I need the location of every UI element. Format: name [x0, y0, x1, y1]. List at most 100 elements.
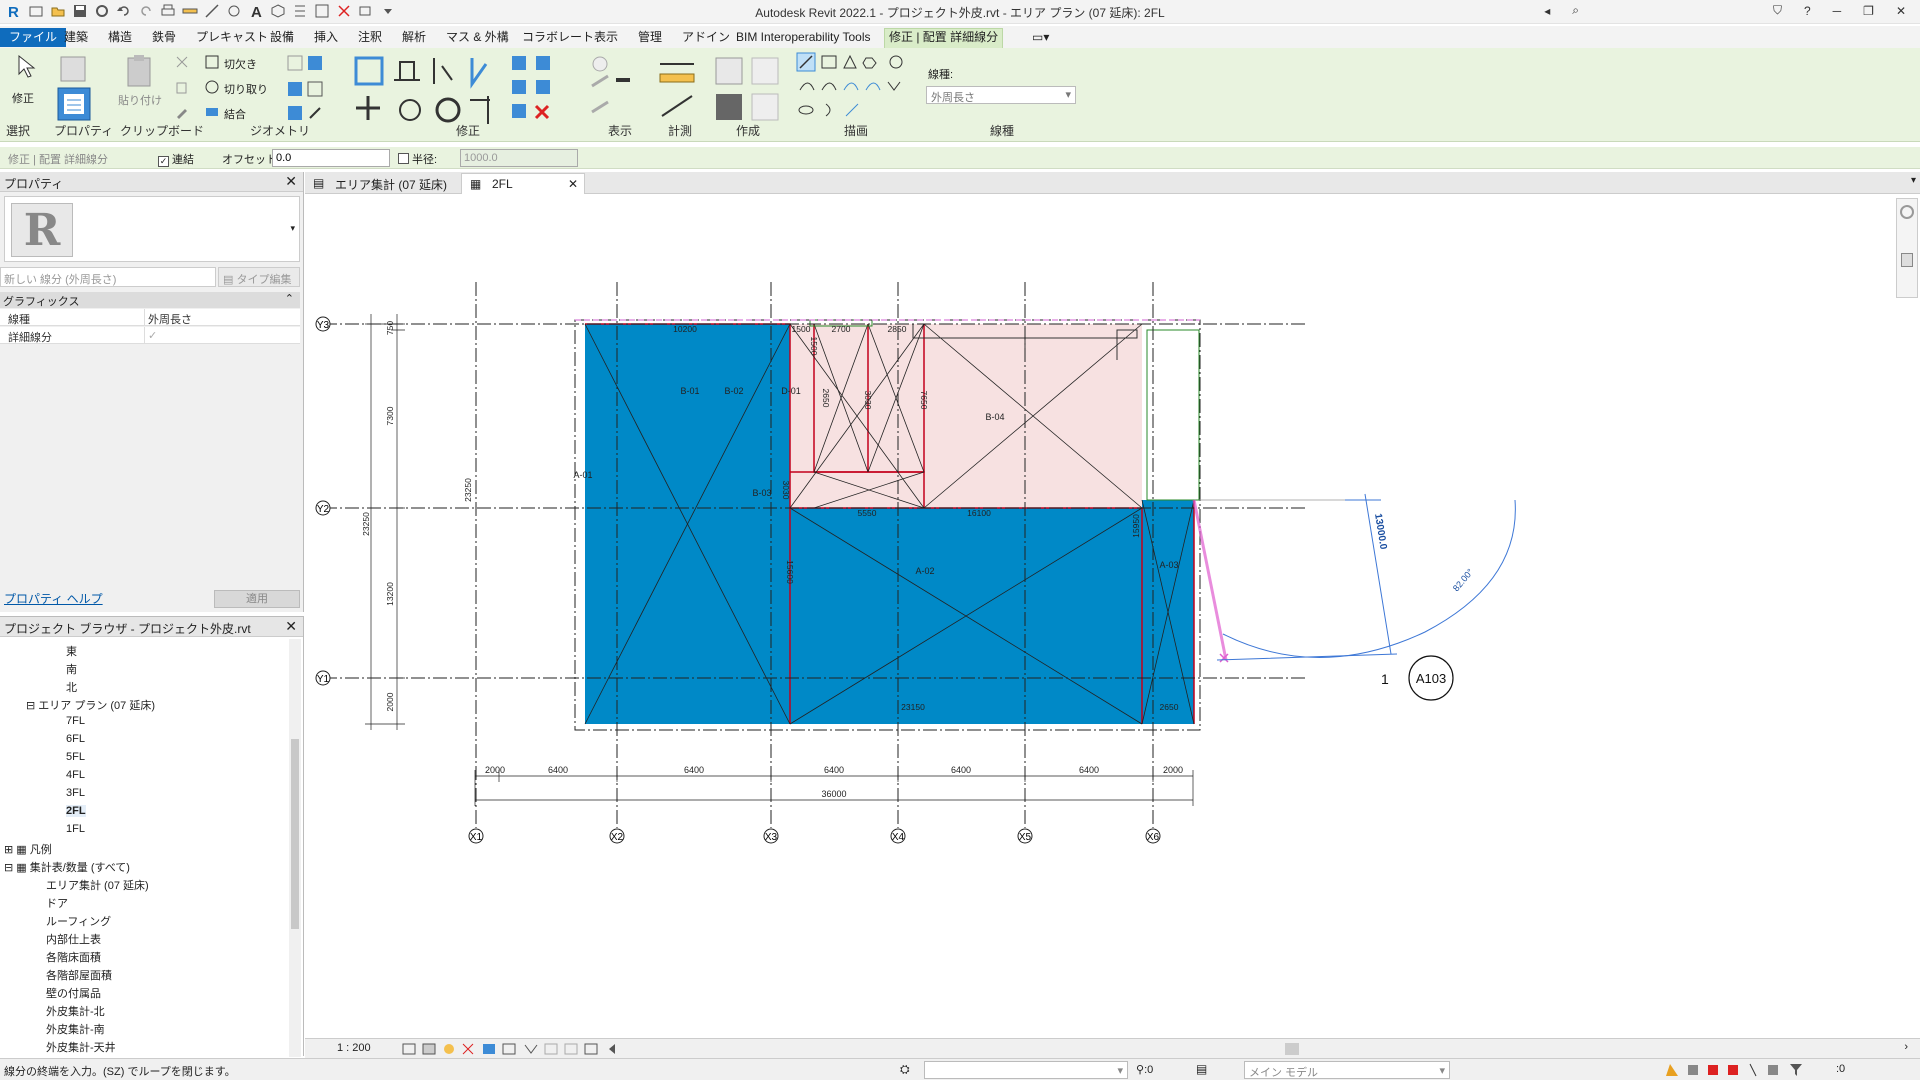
tab-analyze[interactable]: 解析 [398, 29, 430, 47]
dim-bottom[interactable]: 6400 [1079, 765, 1099, 775]
browser-scrollbar[interactable] [289, 639, 301, 1057]
dim-left[interactable]: 2000 [385, 692, 395, 711]
dim-inner[interactable]: 5550 [858, 508, 877, 518]
type-instance-select[interactable]: 新しい 線分 (外周長さ) [0, 267, 216, 287]
browser-node[interactable]: ⊟ ▦ 集計表/数量 (すべて) [4, 859, 130, 875]
properties-icon[interactable] [56, 86, 92, 122]
scroll-right-icon[interactable]: › [1904, 1041, 1908, 1053]
help-icon[interactable]: ? [1804, 4, 1811, 18]
tab-precast[interactable]: プレキャスト [192, 29, 272, 47]
tab-steel[interactable]: 鉄骨 [148, 29, 180, 47]
view-scale[interactable]: 1 : 200 [337, 1042, 371, 1054]
area-tag-b04[interactable]: B-04 [985, 412, 1004, 422]
browser-node[interactable]: 外皮集計-天井 [46, 1039, 116, 1055]
tab-modify-detail-lines[interactable]: 修正 | 配置 詳細線分 [884, 28, 1004, 48]
property-checkbox[interactable]: ✓ [148, 329, 157, 342]
browser-node[interactable]: 6FL [66, 733, 85, 745]
tab-annotate[interactable]: 注釈 [354, 29, 386, 47]
sketch-length-label[interactable]: 13000.0 [1372, 513, 1389, 551]
edit-type-button[interactable]: ▤ タイプ編集 [218, 267, 300, 287]
browser-node[interactable]: 内部仕上表 [46, 931, 101, 947]
browser-node[interactable]: ⊟ エリア プラン (07 延床) [26, 697, 155, 713]
browser-node[interactable]: 7FL [66, 715, 85, 727]
browser-node[interactable]: 各階床面積 [46, 949, 101, 965]
dim-inner[interactable]: 16100 [967, 508, 991, 518]
offset-input[interactable] [272, 149, 390, 167]
tab-overflow-icon[interactable]: ▾ [1911, 175, 1916, 186]
type-properties-icon[interactable] [58, 54, 88, 84]
dim-inner[interactable]: 7650 [919, 391, 929, 410]
area-tag-a02[interactable]: A-02 [915, 566, 934, 576]
area-b[interactable] [790, 324, 1142, 508]
browser-node[interactable]: 南 [66, 661, 77, 677]
browser-node[interactable]: 3FL [66, 787, 85, 799]
dim-bottom[interactable]: 6400 [548, 765, 568, 775]
tab-architecture[interactable]: 建築 [60, 29, 92, 47]
dim-top[interactable]: 1500 [792, 324, 811, 334]
dim-left[interactable]: 7300 [385, 406, 395, 425]
close-icon[interactable]: ✕ [285, 173, 297, 190]
dim-inner[interactable]: 15950 [1131, 514, 1141, 538]
browser-node[interactable]: 壁の付属品 [46, 985, 101, 1001]
browser-node[interactable]: 5FL [66, 751, 85, 763]
dim-bottom[interactable]: 2000 [485, 765, 505, 775]
area-tag-a03[interactable]: A-03 [1159, 560, 1178, 570]
tab-view[interactable]: 表示 [590, 29, 622, 47]
draw-tools-icon[interactable] [796, 52, 922, 124]
dim-inner[interactable]: 3030 [863, 391, 873, 410]
properties-help-link[interactable]: プロパティ ヘルプ [4, 590, 103, 607]
dim-inner[interactable]: 2650 [821, 389, 831, 408]
tab-2fl[interactable]: ▦ 2FL ✕ [461, 173, 585, 194]
area-tag-b02[interactable]: B-02 [724, 386, 743, 396]
match-properties-icon[interactable] [174, 104, 190, 120]
panel-toggle-icon[interactable]: ▭▾ [1028, 29, 1053, 47]
section-mark[interactable]: 1 A103 [1381, 655, 1454, 701]
dim-bottom[interactable]: 6400 [951, 765, 971, 775]
scroll-thumb[interactable] [291, 739, 299, 929]
scissors-icon[interactable] [174, 54, 190, 70]
browser-node[interactable]: 各階部屋面積 [46, 967, 112, 983]
steering-wheel-icon[interactable] [1900, 205, 1914, 219]
browser-node[interactable]: 東 [66, 643, 77, 659]
design-option-select[interactable]: メイン モデル ▾ [1244, 1061, 1450, 1079]
area-tag-a01[interactable]: A-01 [573, 470, 592, 480]
dim-inner[interactable]: 15600 [785, 560, 795, 584]
tab-file[interactable]: ファイル [0, 28, 67, 47]
sketch-angle-label[interactable]: 82.00° [1451, 567, 1476, 594]
cutout-button[interactable]: 切り取り [224, 81, 268, 97]
dim-top[interactable]: 2850 [888, 324, 907, 334]
group-select-label[interactable]: 選択 [6, 122, 30, 139]
drawing-canvas[interactable]: Y3 Y2 Y1 X1 X2 X3 X4 X5 X6 A-01 A-02 A-0… [305, 194, 1920, 1038]
dim-bottom[interactable]: 6400 [824, 765, 844, 775]
dim-left[interactable]: 23250 [361, 512, 371, 536]
geometry-tools-icon[interactable] [286, 54, 326, 124]
join-button[interactable]: 結合 [224, 106, 246, 122]
dim-left[interactable]: 23250 [463, 478, 473, 502]
dim-inner[interactable]: 3030 [781, 481, 791, 500]
cart-icon[interactable]: ⛉ [1773, 3, 1782, 18]
dim-left[interactable]: 750 [385, 321, 395, 335]
cope-icon[interactable] [204, 54, 220, 70]
browser-node[interactable]: ルーフィング [46, 913, 111, 929]
close-icon[interactable]: ✕ [1896, 4, 1906, 18]
dim-left[interactable]: 13200 [385, 582, 395, 606]
linestyle-select[interactable]: 外周長さ ▾ [926, 86, 1076, 104]
tab-massing[interactable]: マス & 外構 [442, 29, 513, 47]
radius-input[interactable] [460, 149, 578, 167]
paste-icon[interactable] [124, 54, 154, 90]
dim-top[interactable]: 10200 [673, 324, 697, 334]
dim-inner[interactable]: 2650 [1160, 702, 1179, 712]
cut-button[interactable]: 切欠き [224, 56, 257, 72]
browser-node[interactable]: 北 [66, 679, 77, 695]
close-icon[interactable]: ✕ [285, 618, 297, 635]
browser-node[interactable]: 1FL [66, 823, 85, 835]
view-tools-icon[interactable] [588, 54, 634, 124]
dim-total[interactable]: 36000 [821, 789, 846, 799]
browser-node[interactable]: エリア集計 (07 延床) [46, 877, 149, 893]
design-options-icon[interactable]: ▤ [1196, 1062, 1207, 1076]
type-selector[interactable]: R ▾ [4, 196, 300, 262]
measure-tools-icon[interactable] [656, 54, 702, 124]
area-tag-d01[interactable]: D-01 [781, 386, 801, 396]
dim-top[interactable]: 2700 [832, 324, 851, 334]
chain-checkbox[interactable]: ✓ 連結 [158, 151, 194, 167]
